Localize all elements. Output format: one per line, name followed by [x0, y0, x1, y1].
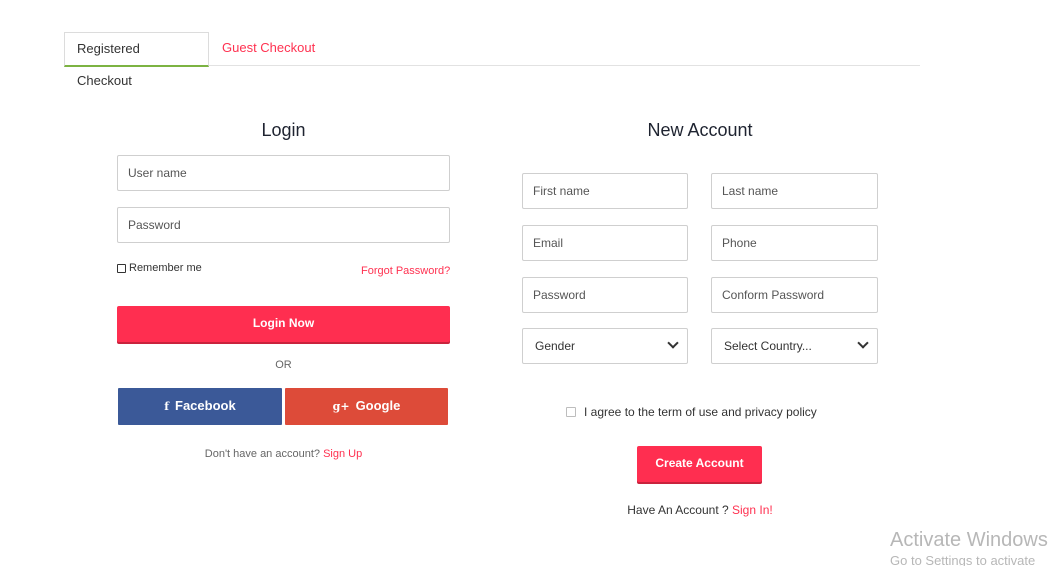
watermark-title: Activate Windows — [890, 529, 1048, 551]
signin-link[interactable]: Sign In! — [732, 503, 773, 517]
tab-guest-checkout[interactable]: Guest Checkout — [210, 32, 327, 66]
signin-prompt: Have An Account ? Sign In! — [522, 503, 878, 517]
remember-me-checkbox[interactable] — [117, 263, 126, 273]
signup-prompt: Don't have an account? Sign Up — [117, 448, 450, 460]
remember-me[interactable]: Remember me — [117, 262, 202, 274]
no-account-text: Don't have an account? — [204, 448, 321, 460]
gender-selected-value: Gender — [535, 339, 576, 353]
phone-input[interactable] — [711, 225, 878, 261]
facebook-button[interactable]: f Facebook — [118, 388, 282, 425]
watermark-subtitle: Go to Settings to activate — [890, 553, 1036, 566]
chevron-down-icon — [857, 337, 869, 349]
remember-me-label: Remember me — [129, 262, 202, 274]
google-button[interactable]: g+ Google — [285, 388, 448, 425]
have-account-text: Have An Account ? — [627, 503, 729, 517]
last-name-input[interactable] — [711, 173, 878, 209]
activate-windows-watermark: Activate Windows Go to Settings to activ… — [890, 529, 1048, 566]
checkout-tabs: Registered Checkout Guest Checkout — [64, 32, 920, 88]
new-account-title: New Account — [647, 120, 753, 140]
email-input[interactable] — [522, 225, 688, 261]
facebook-label: Facebook — [175, 398, 236, 413]
first-name-input[interactable] — [522, 173, 688, 209]
gender-select[interactable]: Gender — [522, 328, 688, 364]
signup-link[interactable]: Sign Up — [323, 448, 362, 460]
tab-registered-checkout[interactable]: Registered Checkout — [64, 32, 209, 88]
login-title: Login — [261, 120, 306, 140]
terms-label: I agree to the term of use and privacy p… — [584, 405, 817, 419]
or-divider: OR — [275, 359, 292, 371]
terms-checkbox[interactable] — [566, 407, 576, 417]
create-account-button[interactable]: Create Account — [637, 446, 762, 482]
google-label: Google — [355, 398, 401, 413]
google-plus-icon: g+ — [332, 400, 350, 413]
facebook-icon: f — [164, 400, 170, 413]
terms-agreement[interactable]: I agree to the term of use and privacy p… — [566, 405, 817, 419]
chevron-down-icon — [667, 337, 679, 349]
login-now-button[interactable]: Login Now — [117, 306, 450, 342]
new-password-input[interactable] — [522, 277, 688, 313]
password-input[interactable] — [117, 207, 450, 243]
forgot-password-link[interactable]: Forgot Password? — [361, 265, 450, 277]
confirm-password-input[interactable] — [711, 277, 878, 313]
username-input[interactable] — [117, 155, 450, 191]
country-selected-value: Select Country... — [724, 339, 812, 353]
country-select[interactable]: Select Country... — [711, 328, 878, 364]
